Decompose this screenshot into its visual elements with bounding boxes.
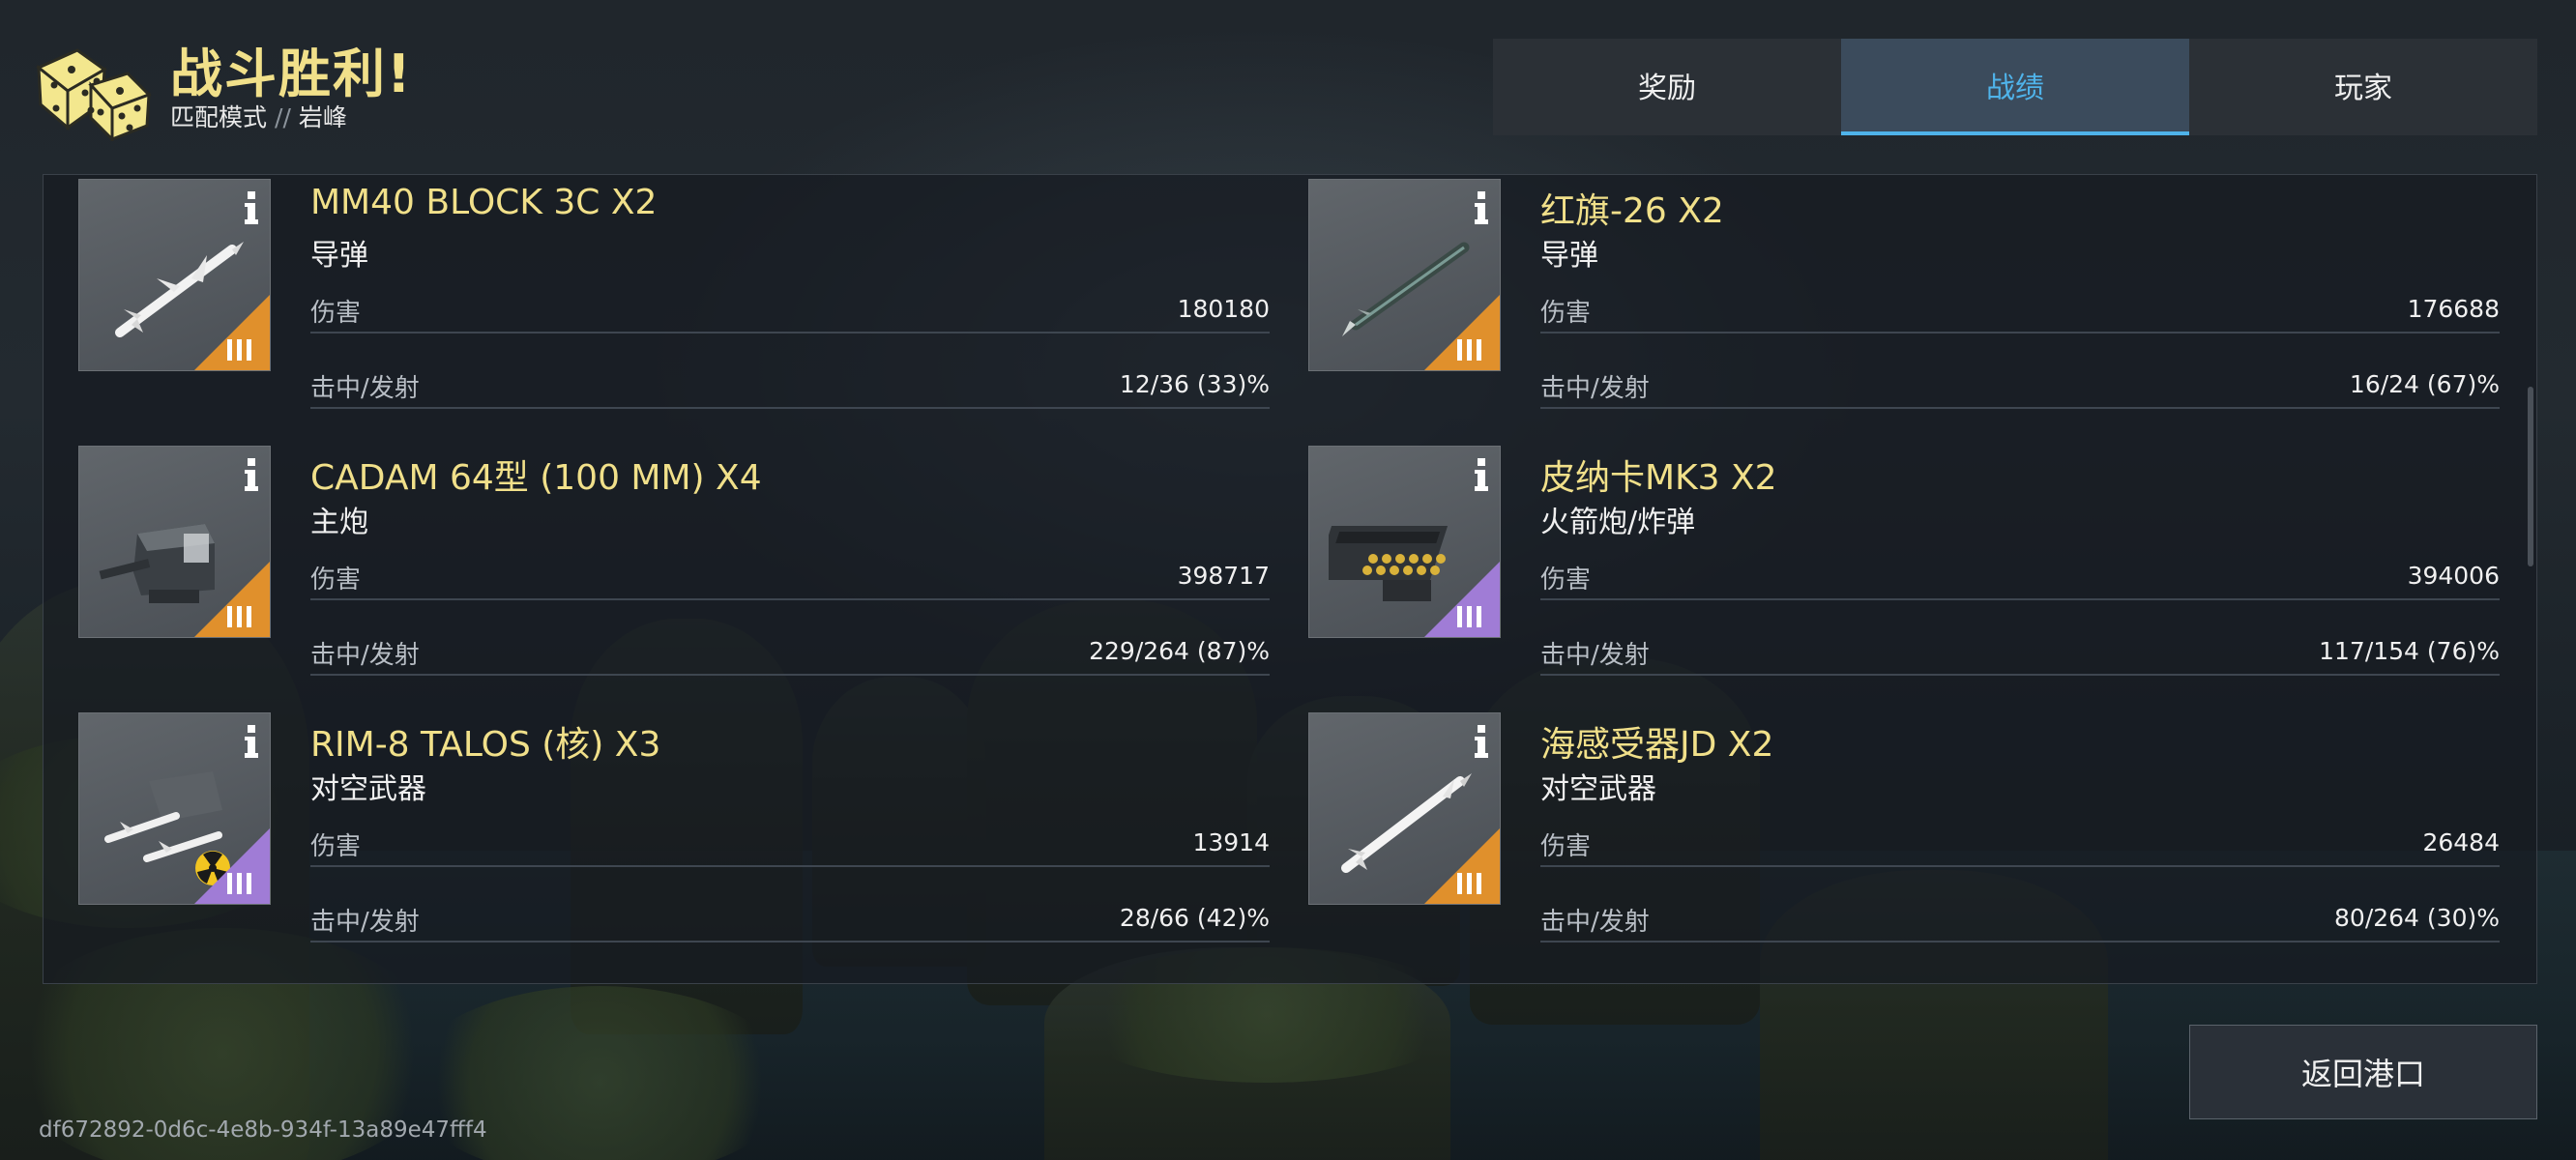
rank-badge-icon <box>194 562 270 637</box>
weapon-name: RIM-8 TALOS (核) X3 <box>310 725 661 765</box>
result-tabs: 奖励 战绩 玩家 <box>1493 39 2537 135</box>
hits-label: 击中/发射 <box>310 374 420 403</box>
rank-badge-icon <box>1424 562 1500 637</box>
weapon-type: 对空武器 <box>310 772 426 806</box>
weapon-type: 导弹 <box>310 239 368 273</box>
weapon-card: 海感受器JD X2 对空武器 伤害 26484 击中/发射 80/264 (30… <box>1308 712 2512 954</box>
weapon-name: CADAM 64型 (100 MM) X4 <box>310 458 762 498</box>
weapon-type: 主炮 <box>310 506 368 539</box>
damage-row: 伤害 26484 <box>1540 826 2500 867</box>
damage-value: 13914 <box>1192 828 1270 856</box>
weapon-card: CADAM 64型 (100 MM) X4 主炮 伤害 398717 击中/发射… <box>78 446 1282 687</box>
damage-row: 伤害 180180 <box>310 293 1270 334</box>
separator: // <box>275 103 291 131</box>
hits-row: 击中/发射 16/24 (67)% <box>1540 368 2500 409</box>
weapon-name: 红旗-26 X2 <box>1540 191 1724 231</box>
info-icon[interactable] <box>1475 725 1488 758</box>
hits-row: 击中/发射 80/264 (30)% <box>1540 902 2500 942</box>
weapon-thumbnail[interactable] <box>78 179 271 371</box>
info-icon[interactable] <box>1475 191 1488 224</box>
damage-row: 伤害 176688 <box>1540 293 2500 334</box>
damage-row: 伤害 394006 <box>1540 560 2500 600</box>
hits-value: 80/264 (30)% <box>2334 904 2500 932</box>
hits-label: 击中/发射 <box>1540 641 1650 670</box>
hits-label: 击中/发射 <box>310 908 420 937</box>
weapon-type: 导弹 <box>1540 239 1598 273</box>
map-name: 岩峰 <box>298 103 347 131</box>
weapon-card: 红旗-26 X2 导弹 伤害 176688 击中/发射 16/24 (67)% <box>1308 179 2512 420</box>
rank-badge-icon <box>194 828 270 904</box>
weapon-type: 火箭炮/炸弹 <box>1540 506 1696 539</box>
hits-value: 117/154 (76)% <box>2319 637 2500 665</box>
hits-row: 击中/发射 12/36 (33)% <box>310 368 1270 409</box>
match-info: 匹配模式//岩峰 <box>170 99 347 133</box>
match-id: df672892-0d6c-4e8b-934f-13a89e47fff4 <box>39 1117 487 1143</box>
rank-badge-icon <box>1424 295 1500 370</box>
weapon-card: RIM-8 TALOS (核) X3 对空武器 伤害 13914 击中/发射 2… <box>78 712 1282 954</box>
scrollbar[interactable] <box>2528 387 2533 566</box>
info-icon[interactable] <box>245 458 258 491</box>
rank-badge-icon <box>1424 828 1500 904</box>
hits-label: 击中/发射 <box>310 641 420 670</box>
damage-label: 伤害 <box>310 566 362 594</box>
weapon-name: MM40 BLOCK 3C X2 <box>310 183 658 222</box>
damage-value: 26484 <box>2422 828 2500 856</box>
weapon-thumbnail[interactable] <box>1308 712 1501 905</box>
damage-row: 伤害 13914 <box>310 826 1270 867</box>
hits-row: 击中/发射 229/264 (87)% <box>310 635 1270 676</box>
weapon-type: 对空武器 <box>1540 772 1656 806</box>
damage-label: 伤害 <box>310 832 362 861</box>
hits-label: 击中/发射 <box>1540 374 1650 403</box>
damage-label: 伤害 <box>1540 299 1592 328</box>
damage-value: 176688 <box>2407 295 2500 323</box>
damage-value: 394006 <box>2407 562 2500 590</box>
weapon-card: 皮纳卡MK3 X2 火箭炮/炸弹 伤害 394006 击中/发射 117/154… <box>1308 446 2512 687</box>
weapon-thumbnail[interactable] <box>1308 179 1501 371</box>
damage-label: 伤害 <box>1540 832 1592 861</box>
tab-rewards[interactable]: 奖励 <box>1493 39 1841 135</box>
hits-value: 12/36 (33)% <box>1119 370 1270 398</box>
hits-value: 16/24 (67)% <box>2349 370 2500 398</box>
damage-label: 伤害 <box>310 299 362 328</box>
weapon-thumbnail[interactable] <box>1308 446 1501 638</box>
hits-row: 击中/发射 28/66 (42)% <box>310 902 1270 942</box>
damage-row: 伤害 398717 <box>310 560 1270 600</box>
info-icon[interactable] <box>1475 458 1488 491</box>
hits-row: 击中/发射 117/154 (76)% <box>1540 635 2500 676</box>
tab-battle-stats[interactable]: 战绩 <box>1841 39 2189 135</box>
weapon-stats-panel[interactable]: MM40 BLOCK 3C X2 导弹 伤害 180180 击中/发射 12/3… <box>43 174 2537 984</box>
battle-result-title: 战斗胜利! <box>170 44 413 104</box>
info-icon[interactable] <box>245 725 258 758</box>
dice-icon <box>36 48 152 141</box>
weapon-thumbnail[interactable] <box>78 712 271 905</box>
damage-value: 180180 <box>1177 295 1270 323</box>
hits-value: 28/66 (42)% <box>1119 904 1270 932</box>
weapon-name: 皮纳卡MK3 X2 <box>1540 458 1777 498</box>
hits-label: 击中/发射 <box>1540 908 1650 937</box>
rank-badge-icon <box>194 295 270 370</box>
weapon-name: 海感受器JD X2 <box>1540 725 1774 765</box>
damage-value: 398717 <box>1177 562 1270 590</box>
tab-players[interactable]: 玩家 <box>2189 39 2537 135</box>
hits-value: 229/264 (87)% <box>1089 637 1270 665</box>
info-icon[interactable] <box>245 191 258 224</box>
return-to-port-button[interactable]: 返回港口 <box>2189 1025 2537 1119</box>
damage-label: 伤害 <box>1540 566 1592 594</box>
weapon-card: MM40 BLOCK 3C X2 导弹 伤害 180180 击中/发射 12/3… <box>78 179 1282 420</box>
weapon-thumbnail[interactable] <box>78 446 271 638</box>
game-mode: 匹配模式 <box>170 103 268 131</box>
